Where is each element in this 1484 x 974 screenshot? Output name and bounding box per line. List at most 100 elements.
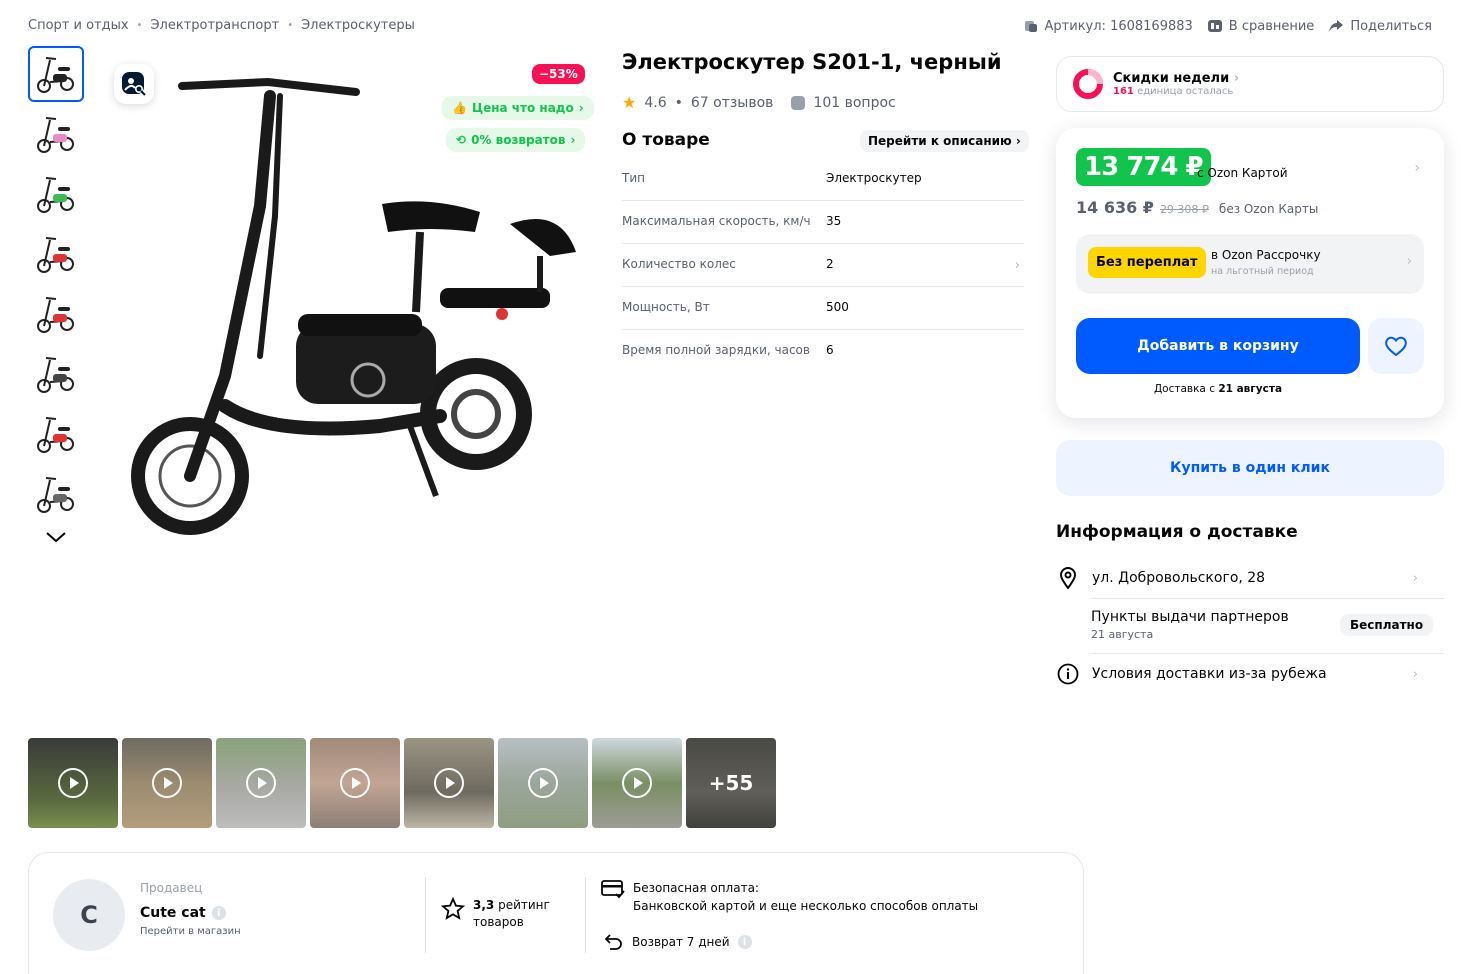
- go-to-description-button[interactable]: Перейти к описанию ›: [860, 130, 1029, 152]
- rating-separator: •: [674, 94, 683, 111]
- free-badge: Бесплатно: [1340, 614, 1434, 636]
- safe-payment: Безопасная оплата: Банковской картой и е…: [601, 879, 978, 915]
- delivery-address-row[interactable]: ул. Добровольского, 28 ›: [1056, 566, 1444, 590]
- thumbnail-image: [37, 57, 74, 93]
- star-icon: ★: [622, 93, 637, 112]
- compare-button[interactable]: В сравнение: [1207, 18, 1315, 34]
- installment-subtitle: на льготный период: [1211, 266, 1314, 277]
- video-thumbnail[interactable]: [122, 738, 212, 828]
- spec-key: Мощность, Вт: [622, 300, 710, 314]
- share-icon: [1329, 20, 1344, 32]
- video-thumbnail[interactable]: [310, 738, 400, 828]
- thumbnail[interactable]: [28, 286, 84, 342]
- share-button[interactable]: Поделиться: [1328, 18, 1432, 34]
- play-icon: [528, 768, 558, 798]
- breadcrumb-item[interactable]: Электроскутеры: [301, 18, 415, 33]
- video-thumbnail[interactable]: [592, 738, 682, 828]
- seller-rating[interactable]: 3,3 рейтинг товаров: [441, 897, 550, 931]
- card-check-icon: [601, 880, 625, 899]
- breadcrumb-item[interactable]: Спорт и отдых: [28, 18, 129, 33]
- video-thumbnail[interactable]: [216, 738, 306, 828]
- play-icon: [58, 768, 88, 798]
- thumbnail[interactable]: [28, 406, 84, 462]
- spec-key: Максимальная скорость, км/ч: [622, 214, 811, 228]
- return-icon: ⟲: [456, 133, 467, 147]
- abroad-delivery-row[interactable]: Условия доставки из-за рубежа ›: [1056, 662, 1444, 686]
- chevron-right-icon: ›: [1406, 254, 1412, 269]
- go-to-store-link[interactable]: Перейти в магазин: [140, 926, 241, 937]
- thumbnail[interactable]: [28, 226, 84, 282]
- more-videos-count: +55: [686, 738, 776, 828]
- ozon-card-price[interactable]: 13 774 ₽: [1076, 148, 1211, 186]
- compare-label: В сравнение: [1228, 18, 1315, 34]
- about-heading: О товаре: [622, 130, 710, 150]
- info-icon[interactable]: i: [211, 906, 226, 920]
- returns-badge[interactable]: ⟲ 0% возвратов ›: [446, 128, 586, 152]
- go-to-description-label: Перейти к описанию: [868, 134, 1012, 148]
- add-to-cart-button[interactable]: Добавить в корзину: [1076, 318, 1360, 374]
- article-number[interactable]: Артикул: 1608169883: [1023, 18, 1193, 34]
- chevron-right-icon[interactable]: ›: [1414, 160, 1420, 176]
- video-thumbnail[interactable]: [498, 738, 588, 828]
- thumbnail[interactable]: [28, 106, 84, 162]
- seller-name-row[interactable]: Cute cat i: [140, 905, 226, 921]
- spec-key: Тип: [622, 171, 645, 185]
- spec-row[interactable]: Количество колес 2 ›: [622, 244, 1024, 287]
- questions-icon: [791, 95, 806, 110]
- chevron-right-icon: ›: [570, 133, 576, 147]
- spec-key: Количество колес: [622, 257, 736, 271]
- thumbnail-image: [37, 297, 74, 333]
- regular-price-row: 14 636 ₽ 29 308 ₽ без Ozon Карты: [1076, 198, 1318, 217]
- return-policy: Возврат 7 дней i: [604, 933, 752, 951]
- spec-row: Время полной зарядки, часов 6: [622, 330, 1024, 372]
- play-icon: [340, 768, 370, 798]
- video-thumbnail[interactable]: [28, 738, 118, 828]
- play-icon: [434, 768, 464, 798]
- seller-name: Cute cat: [140, 905, 206, 921]
- location-pin-icon: [1056, 566, 1080, 590]
- chevron-down-icon[interactable]: [44, 528, 68, 546]
- thumbnail[interactable]: [28, 166, 84, 222]
- compare-icon: [1207, 20, 1222, 32]
- weekly-sale-card[interactable]: Скидки недели › 161 единица осталась: [1056, 56, 1444, 112]
- video-thumbnail[interactable]: [404, 738, 494, 828]
- thumbnail-image: [37, 237, 74, 273]
- image-search-icon: [122, 72, 146, 96]
- visual-search-button[interactable]: [114, 64, 154, 104]
- play-icon: [152, 768, 182, 798]
- spec-row: Мощность, Вт 500: [622, 287, 1024, 330]
- info-icon: [1056, 662, 1080, 686]
- video-thumbnail[interactable]: +55: [686, 738, 776, 828]
- installment-title: в Ozon Рассрочку: [1211, 248, 1321, 262]
- thumbnail-image: [37, 357, 74, 393]
- spec-value: 500: [826, 300, 849, 314]
- regular-price: 14 636 ₽: [1076, 198, 1154, 217]
- spec-row: Максимальная скорость, км/ч 35: [622, 201, 1024, 244]
- price-good-label: Цена что надо: [471, 101, 574, 115]
- seller-avatar[interactable]: C: [53, 879, 125, 951]
- thumbnail[interactable]: [28, 46, 84, 102]
- abroad-delivery-label: Условия доставки из-за рубежа: [1092, 666, 1327, 682]
- divider: [585, 877, 586, 953]
- questions-link[interactable]: 101 вопрос: [813, 95, 895, 111]
- weekly-sale-count: 161: [1113, 86, 1134, 97]
- spec-key: Время полной зарядки, часов: [622, 343, 810, 357]
- installment-block[interactable]: Без переплат в Ozon Рассрочку на льготны…: [1076, 234, 1424, 294]
- thumbnail-image: [37, 117, 74, 153]
- reviews-link[interactable]: 67 отзывов: [691, 95, 774, 111]
- delivery-date: 21 августа: [1218, 383, 1283, 395]
- favorite-button[interactable]: [1368, 318, 1424, 374]
- heart-icon: [1385, 336, 1407, 357]
- chevron-right-icon: ›: [1412, 666, 1418, 682]
- breadcrumb-item[interactable]: Электротранспорт: [150, 18, 279, 33]
- price-good-badge[interactable]: 👍 Цена что надо ›: [442, 96, 594, 120]
- info-icon[interactable]: i: [737, 935, 752, 949]
- share-label: Поделиться: [1350, 18, 1432, 34]
- rating-row: ★ 4.6 • 67 отзывов 101 вопрос: [622, 93, 896, 112]
- chevron-right-icon: ›: [578, 101, 584, 115]
- thumbnail[interactable]: [28, 466, 84, 522]
- thumbnail[interactable]: [28, 346, 84, 402]
- return-arrow-icon: [604, 934, 622, 950]
- thumbnail-image: [37, 177, 74, 213]
- buy-one-click-button[interactable]: Купить в один клик: [1056, 440, 1444, 496]
